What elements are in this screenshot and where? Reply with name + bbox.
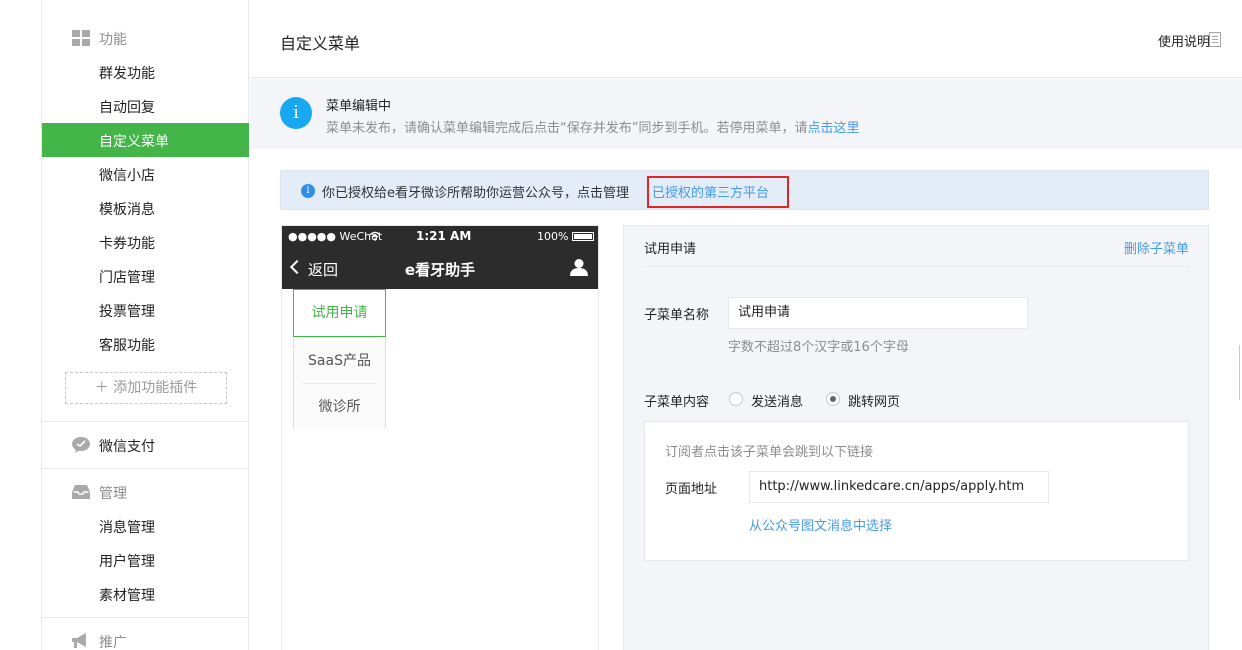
submenu-item-saas[interactable]: SaaS产品 <box>302 337 377 383</box>
battery-icon <box>572 232 594 241</box>
sidebar-item-label: 素材管理 <box>99 588 155 604</box>
select-from-articles-link[interactable]: 从公众号图文消息中选择 <box>749 515 892 534</box>
inbox-icon <box>72 485 90 499</box>
sidebar-item-mass-send[interactable]: 群发功能 <box>42 55 249 89</box>
sidebar-item-store-manage[interactable]: 门店管理 <box>42 259 249 293</box>
section-function: 功能 <box>42 21 249 55</box>
main-content: 自定义菜单 使用说明 i 菜单编辑中 菜单未发布，请确认菜单编辑完成后点击“保存… <box>250 0 1242 650</box>
submenu-item-clinic[interactable]: 微诊所 <box>302 383 377 429</box>
sidebar-item-material-manage[interactable]: 素材管理 <box>42 577 249 611</box>
phone-header: ●●●●● WeChat 1:21 AM 100% 返回 e看牙助手 <box>282 226 598 289</box>
page-header: 自定义菜单 使用说明 <box>250 0 1242 78</box>
url-label: 页面地址 <box>665 482 718 497</box>
grid-icon <box>72 30 90 46</box>
radio-jump-webpage-label[interactable]: 跳转网页 <box>848 391 900 410</box>
help-link[interactable]: 使用说明 <box>1158 31 1210 50</box>
sidebar-item-label: 自动回复 <box>99 100 155 116</box>
url-settings-panel: 订阅者点击该子菜单会跳到以下链接 页面地址 http://www.linkedc… <box>644 421 1189 561</box>
sidebar-item-wechat-pay[interactable]: 微信支付 <box>42 428 249 462</box>
chat-bubble-icon <box>72 437 90 453</box>
sidebar-item-coupons[interactable]: 卡券功能 <box>42 225 249 259</box>
plus-icon: ＋ <box>94 380 109 396</box>
add-plugin-button[interactable]: ＋ 添加功能插件 <box>65 372 227 404</box>
section-promote: 推广 <box>42 624 249 650</box>
info-icon: i <box>280 97 312 129</box>
sidebar-item-vote-manage[interactable]: 投票管理 <box>42 293 249 327</box>
section-pay-label: 微信支付 <box>99 439 155 455</box>
sidebar-item-label: 群发功能 <box>99 66 155 82</box>
notice-banner: i 菜单编辑中 菜单未发布，请确认菜单编辑完成后点击“保存并发布”同步到手机。若… <box>250 79 1242 149</box>
sidebar-item-label: 用户管理 <box>99 554 155 570</box>
page-url-input[interactable]: http://www.linkedcare.cn/apps/apply.htm <box>749 471 1049 503</box>
sidebar-item-label: 投票管理 <box>99 304 155 320</box>
radio-send-message[interactable] <box>729 392 743 406</box>
submenu-item-trial[interactable]: 试用申请 <box>293 289 386 337</box>
section-manage-label: 管理 <box>99 486 127 502</box>
section-promote-label: 推广 <box>99 635 127 650</box>
battery-percent: 100% <box>537 230 569 243</box>
submenu-name-input[interactable]: 试用申请 <box>728 297 1028 329</box>
user-icon[interactable] <box>570 258 588 276</box>
sidebar-item-label: 微信小店 <box>99 168 155 184</box>
add-plugin-label: 添加功能插件 <box>113 380 198 396</box>
sidebar-item-custom-menu[interactable]: 自定义菜单 <box>42 123 249 157</box>
section-function-label: 功能 <box>99 32 127 48</box>
wifi-icon <box>369 231 381 241</box>
section-manage: 管理 <box>42 475 249 509</box>
name-hint: 字数不超过8个汉字或16个字母 <box>728 340 909 355</box>
sidebar-item-customer-service[interactable]: 客服功能 <box>42 327 249 361</box>
auth-notice-bar: i 你已授权给e看牙微诊所帮助你运营公众号，点击管理 已授权的第三方平台 <box>280 170 1209 210</box>
content-label: 子菜单内容 <box>644 395 710 410</box>
url-desc: 订阅者点击该子菜单会跳到以下链接 <box>665 445 874 460</box>
radio-send-message-label[interactable]: 发送消息 <box>751 391 803 410</box>
disable-menu-link[interactable]: 点击这里 <box>807 121 859 136</box>
sidebar-item-label: 消息管理 <box>99 520 155 536</box>
editor-header: 试用申请 删除子菜单 <box>644 226 1189 267</box>
sidebar-item-template-message[interactable]: 模板消息 <box>42 191 249 225</box>
sidebar-item-label: 客服功能 <box>99 338 155 354</box>
divider <box>42 617 249 618</box>
editor-title: 试用申请 <box>644 242 697 257</box>
sidebar-item-user-manage[interactable]: 用户管理 <box>42 543 249 577</box>
megaphone-icon <box>72 633 86 648</box>
sidebar-item-wechat-store[interactable]: 微信小店 <box>42 157 249 191</box>
info-icon: i <box>301 184 315 198</box>
delete-submenu-link[interactable]: 删除子菜单 <box>1124 238 1189 257</box>
radio-jump-webpage[interactable] <box>826 392 840 406</box>
page-title: 自定义菜单 <box>280 34 361 53</box>
account-title: e看牙助手 <box>404 261 476 279</box>
submenu-editor: 试用申请 删除子菜单 子菜单名称 试用申请 字数不超过8个汉字或16个字母 子菜… <box>623 225 1209 650</box>
sidebar-item-label: 卡券功能 <box>99 236 155 252</box>
divider <box>42 421 249 422</box>
sidebar-item-message-manage[interactable]: 消息管理 <box>42 509 249 543</box>
sidebar-item-auto-reply[interactable]: 自动回复 <box>42 89 249 123</box>
sidebar-item-label: 模板消息 <box>99 202 155 218</box>
third-party-platform-link[interactable]: 已授权的第三方平台 <box>652 182 769 201</box>
sidebar-item-label: 自定义菜单 <box>99 134 169 150</box>
notice-title: 菜单编辑中 <box>326 99 392 114</box>
divider <box>42 468 249 469</box>
submenu-list: 试用申请 SaaS产品 微诊所 <box>293 289 386 429</box>
notice-desc-text: 菜单未发布，请确认菜单编辑完成后点击“保存并发布”同步到手机。若停用菜单，请 <box>326 121 808 136</box>
sidebar-item-label: 门店管理 <box>99 270 155 286</box>
sidebar: 功能 群发功能 自动回复 自定义菜单 微信小店 模板消息 卡券功能 门店管理 投… <box>41 0 249 650</box>
notice-desc: 菜单未发布，请确认菜单编辑完成后点击“保存并发布”同步到手机。若停用菜单，请点击… <box>326 117 860 136</box>
auth-text: 你已授权给e看牙微诊所帮助你运营公众号，点击管理 <box>322 186 629 201</box>
document-icon[interactable] <box>1209 32 1221 47</box>
status-time: 1:21 AM <box>416 229 472 243</box>
name-label: 子菜单名称 <box>644 308 710 323</box>
status-bar: ●●●●● WeChat 1:21 AM 100% <box>282 226 598 248</box>
